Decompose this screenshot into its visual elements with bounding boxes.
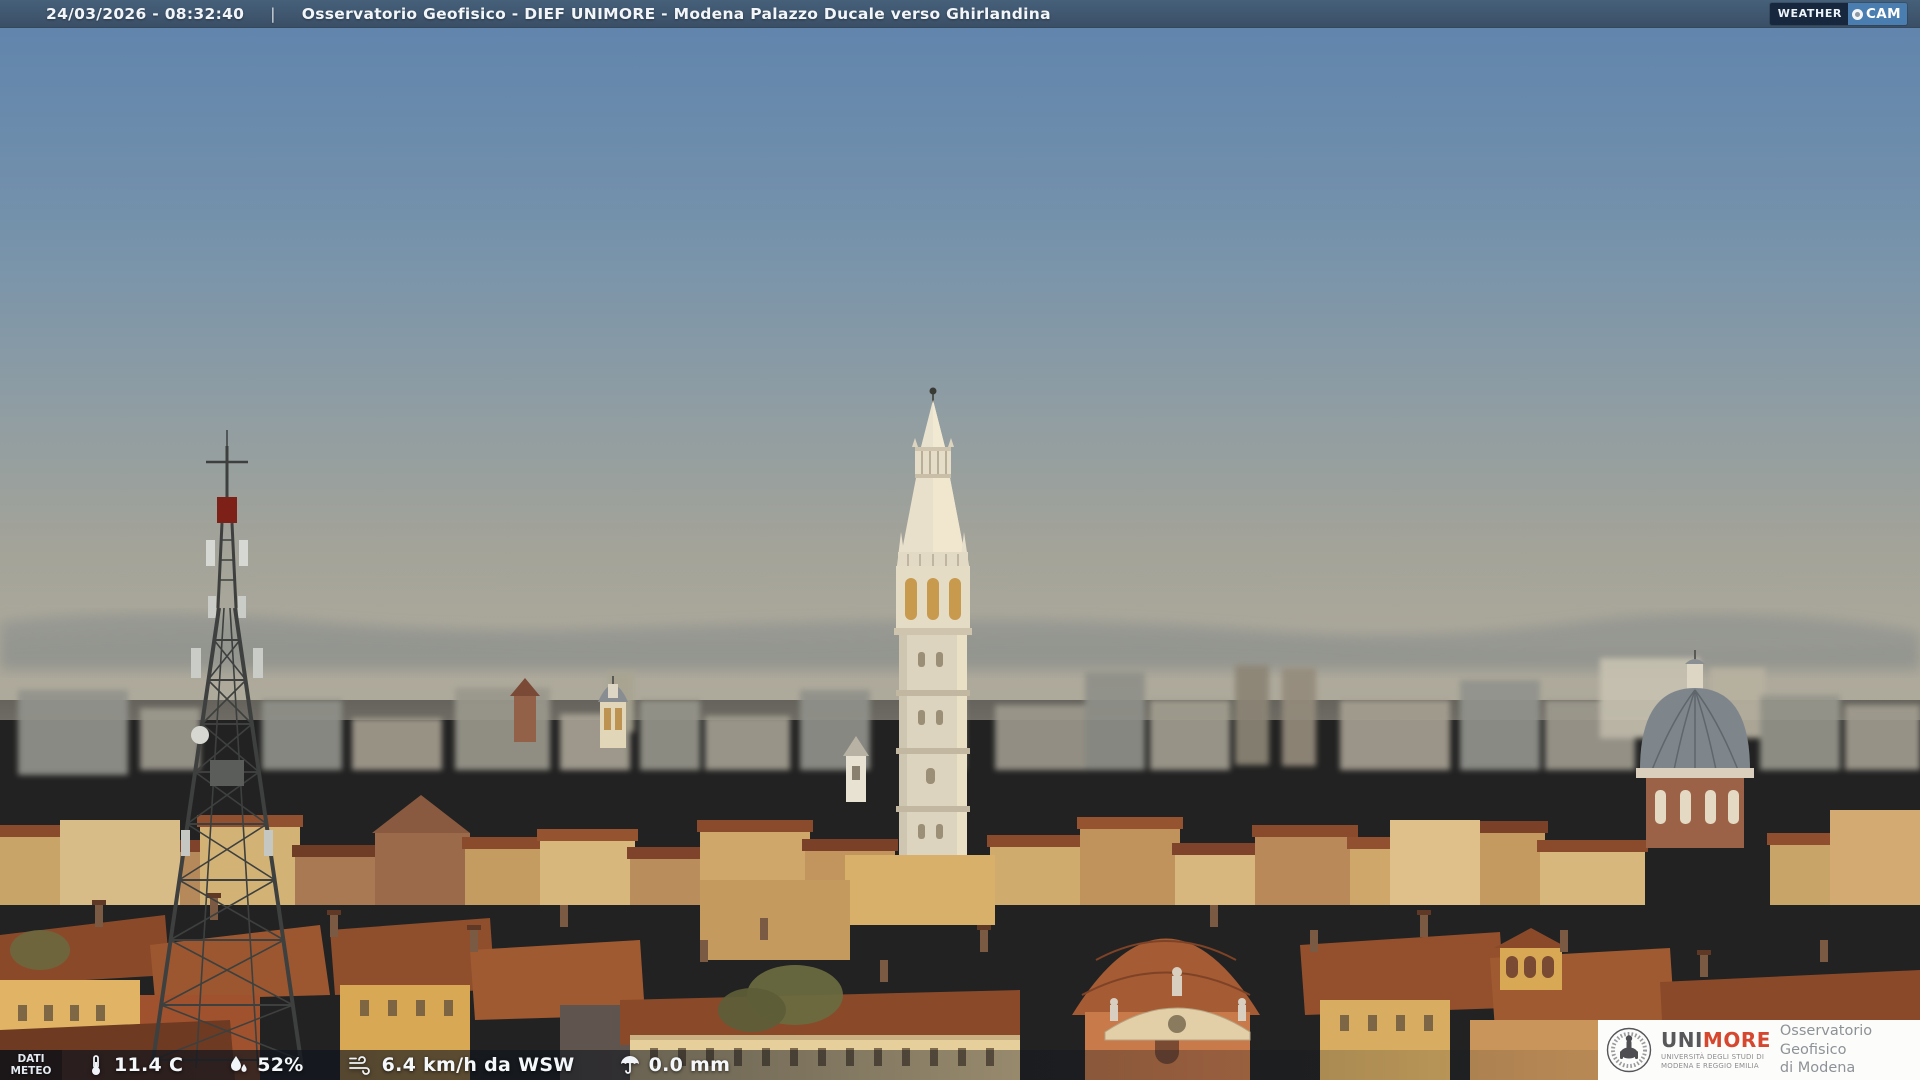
humidity-item: 52% (227, 1054, 303, 1076)
top-info-bar: 24/03/2026 - 08:32:40 | Osservatorio Geo… (0, 0, 1920, 28)
unimore-brand-box: UNIMORE UNIVERSITÀ DEGLI STUDI DI MODENA… (1598, 1020, 1920, 1080)
temperature-value: 11.4 C (114, 1054, 184, 1076)
camera-lens-icon (1852, 8, 1863, 20)
unimore-uni-text: UNI (1661, 1027, 1703, 1052)
seal-rider-figure (1620, 1035, 1638, 1059)
dati-meteo-label: DATI METEO (0, 1050, 62, 1080)
weather-items: 11.4 C 52% 6.4 km/h da WSW 0.0 mm (86, 1050, 730, 1080)
weathercam-weather-text: WEATHER (1769, 3, 1848, 25)
temperature-item: 11.4 C (86, 1054, 183, 1076)
university-subtitle: UNIVERSITÀ DEGLI STUDI DI MODENA E REGGI… (1661, 1052, 1765, 1070)
observatory-name: Osservatorio Geofisico di Modena (1779, 1022, 1873, 1077)
roof-loggia (1494, 928, 1568, 990)
wind-item: 6.4 km/h da WSW (348, 1054, 575, 1076)
weathercam-cam-block: CAM (1848, 3, 1907, 25)
wind-value: 6.4 km/h da WSW (381, 1054, 575, 1076)
humidity-value: 52% (257, 1054, 304, 1076)
page-title: Osservatorio Geofisico - DIEF UNIMORE - … (301, 4, 1051, 23)
wind-icon (348, 1056, 370, 1075)
thermometer-icon (92, 1055, 100, 1075)
webcam-page: 24/03/2026 - 08:32:40 | Osservatorio Geo… (0, 0, 1920, 1080)
rain-value: 0.0 mm (648, 1054, 731, 1076)
unimore-more-text: MORE (1702, 1027, 1771, 1052)
webcam-photo (0, 0, 1920, 1080)
unimore-seal (1606, 1027, 1652, 1073)
humidity-icon (231, 1056, 247, 1072)
separator: | (270, 4, 276, 23)
unimore-wordmark: UNIMORE UNIVERSITÀ DEGLI STUDI DI MODENA… (1661, 1030, 1771, 1071)
datetime-text: 24/03/2026 - 08:32:40 (46, 4, 245, 23)
rain-item: 0.0 mm (619, 1054, 731, 1076)
weathercam-logo: WEATHER CAM (1769, 3, 1907, 25)
weathercam-cam-text: CAM (1866, 6, 1901, 22)
rain-icon (620, 1056, 639, 1074)
